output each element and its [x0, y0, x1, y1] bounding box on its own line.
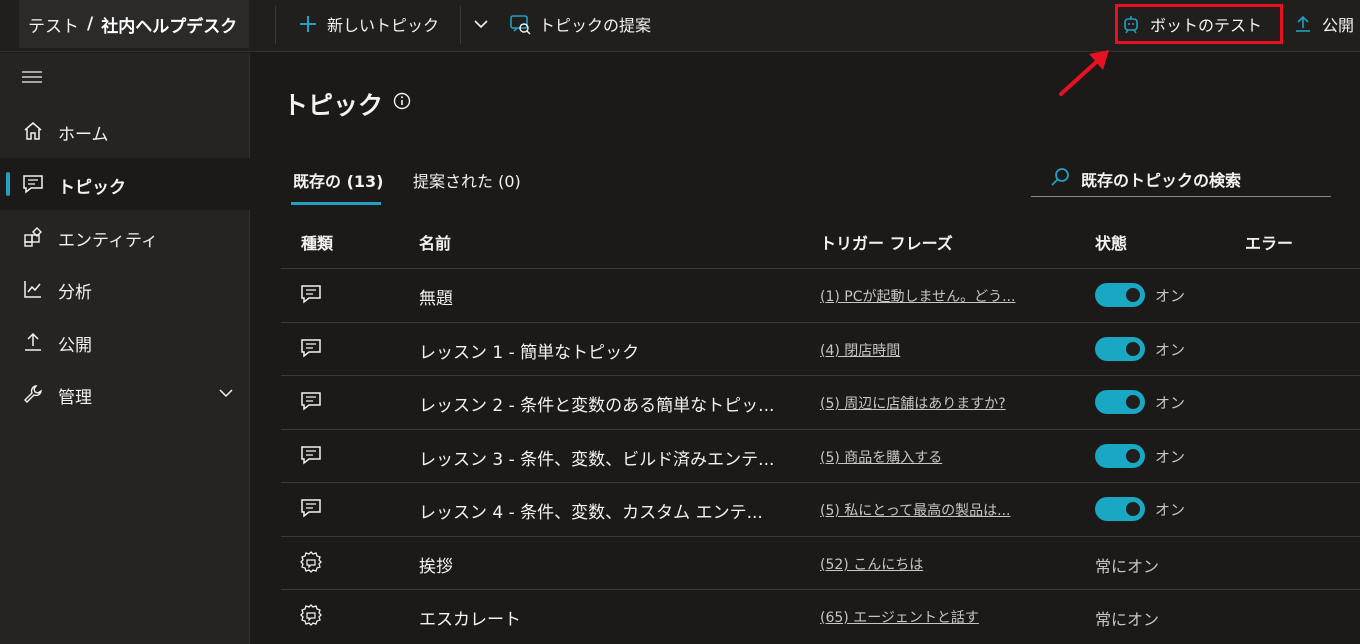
search-input[interactable]: 既存のトピックの検索 — [1031, 157, 1331, 197]
column-header-name[interactable]: 名前 — [419, 230, 451, 254]
status-toggle[interactable] — [1095, 390, 1145, 414]
entity-icon — [24, 227, 42, 247]
home-icon — [24, 122, 42, 140]
table-row[interactable]: レッスン 4 - 条件、変数、カスタム エンテ... (5) 私にとって最高の製品… — [281, 482, 1360, 535]
publish-icon — [25, 332, 41, 351]
status-label: オン — [1155, 448, 1186, 466]
trigger-phrase-link[interactable]: (4) 閉店時間 — [820, 340, 900, 360]
sidebar-item-entities[interactable]: エンティティ — [0, 211, 250, 263]
trigger-phrase-link[interactable]: (5) 周辺に店舗はありますか? — [820, 393, 1006, 413]
topic-name[interactable]: 無題 — [419, 284, 789, 309]
status-toggle[interactable] — [1095, 283, 1145, 307]
status-toggle[interactable] — [1095, 337, 1145, 361]
status-label: オン — [1155, 394, 1186, 412]
status-label: 常にオン — [1095, 610, 1160, 629]
search-placeholder: 既存のトピックの検索 — [1081, 171, 1242, 190]
breadcrumb[interactable]: テスト / 社内ヘルプデスク — [19, 0, 250, 48]
sidebar-item-manage[interactable]: 管理 — [0, 368, 250, 420]
toggle-knob — [1126, 502, 1140, 516]
status-label: オン — [1155, 287, 1186, 305]
sidebar-item-home[interactable]: ホーム — [0, 105, 250, 157]
page-title: トピック — [283, 91, 384, 120]
trigger-phrase-link[interactable]: (5) 私にとって最高の製品は... — [820, 500, 1011, 520]
chat-topic-icon — [299, 282, 323, 306]
status-label: オン — [1155, 501, 1186, 519]
test-bot-highlight-box — [1115, 4, 1283, 44]
active-tab-indicator — [291, 202, 381, 205]
topic-name[interactable]: レッスン 4 - 条件、変数、カスタム エンテ... — [419, 498, 789, 523]
status-toggle[interactable] — [1095, 497, 1145, 521]
sidebar-item-label: 公開 — [58, 336, 92, 356]
trigger-phrase-link[interactable]: (1) PCが起動しません。どう... — [820, 286, 1015, 306]
top-bar: テスト / 社内ヘルプデスク 新しいトピック トピックの提案 ボットのテスト 公… — [0, 0, 1360, 52]
topic-suggest-icon — [509, 13, 531, 35]
table-row[interactable]: エスカレート (65) エージェントと話す 常にオン — [281, 589, 1360, 642]
suggest-topics-button[interactable]: トピックの提案 — [509, 0, 651, 48]
topic-name[interactable]: レッスン 1 - 簡単なトピック — [419, 338, 789, 363]
status-label: 常にオン — [1095, 557, 1160, 576]
toolbar-divider — [460, 6, 461, 44]
upload-icon — [1292, 13, 1314, 35]
toggle-knob — [1126, 288, 1140, 302]
topic-name[interactable]: レッスン 3 - 条件、変数、ビルド済みエンテ... — [419, 445, 789, 470]
tab-existing[interactable]: 既存の (13) — [293, 168, 383, 192]
chevron-down-icon — [470, 13, 492, 35]
sidebar-item-label: 管理 — [58, 388, 92, 408]
system-topic-icon — [299, 603, 323, 627]
new-topic-label: 新しいトピック — [327, 16, 440, 35]
wrench-icon — [24, 385, 42, 403]
chat-topic-icon — [299, 496, 323, 520]
search-icon — [1051, 168, 1069, 186]
table-row[interactable]: レッスン 2 - 条件と変数のある簡単なトピッ... (5) 周辺に店舗はあります… — [281, 375, 1360, 428]
trigger-phrase-link[interactable]: (52) こんにちは — [820, 554, 923, 574]
info-icon[interactable] — [393, 92, 411, 110]
suggest-topics-label: トピックの提案 — [539, 16, 652, 35]
trigger-phrase-link[interactable]: (65) エージェントと話す — [820, 607, 979, 627]
new-topic-button[interactable]: 新しいトピック — [297, 0, 439, 48]
chat-icon — [23, 175, 43, 194]
trigger-phrase-link[interactable]: (5) 商品を購入する — [820, 447, 942, 467]
system-topic-icon — [299, 550, 323, 574]
hamburger-menu-icon[interactable] — [22, 71, 42, 83]
sidebar-item-topics[interactable]: トピック — [0, 158, 250, 210]
column-header-trigger[interactable]: トリガー フレーズ — [820, 230, 953, 254]
breadcrumb-separator: / — [87, 14, 94, 34]
column-header-type[interactable]: 種類 — [301, 230, 333, 254]
topic-name[interactable]: エスカレート — [419, 605, 789, 630]
tab-suggested[interactable]: 提案された (0) — [413, 168, 521, 192]
column-header-error[interactable]: エラー — [1245, 230, 1293, 254]
status-label: オン — [1155, 341, 1186, 359]
sidebar-item-label: エンティティ — [58, 231, 158, 251]
new-topic-dropdown-button[interactable] — [470, 0, 500, 48]
topic-name[interactable]: 挨拶 — [419, 552, 789, 577]
chat-topic-icon — [299, 443, 323, 467]
sidebar-item-label: ホーム — [58, 125, 109, 145]
publish-button[interactable]: 公開 — [1292, 0, 1354, 48]
table-row[interactable]: 無題 (1) PCが起動しません。どう... オン — [281, 268, 1360, 321]
chevron-down-icon[interactable] — [218, 385, 234, 401]
chat-topic-icon — [299, 336, 323, 360]
publish-label: 公開 — [1322, 16, 1355, 35]
sidebar: ホーム トピック エンティティ 分析 公開 管理 — [0, 53, 250, 644]
breadcrumb-bot-name[interactable]: 社内ヘルプデスク — [101, 12, 237, 37]
toolbar-divider — [275, 6, 276, 44]
toggle-knob — [1126, 342, 1140, 356]
topic-name[interactable]: レッスン 2 - 条件と変数のある簡単なトピッ... — [419, 391, 789, 416]
breadcrumb-environment[interactable]: テスト — [28, 12, 79, 37]
table-row[interactable]: レッスン 1 - 簡単なトピック (4) 閉店時間 オン — [281, 322, 1360, 375]
sidebar-item-label: 分析 — [58, 283, 92, 303]
annotation-arrow — [1059, 50, 1109, 96]
table-row[interactable]: レッスン 3 - 条件、変数、ビルド済みエンテ... (5) 商品を購入する オン — [281, 429, 1360, 482]
status-toggle[interactable] — [1095, 444, 1145, 468]
toggle-knob — [1126, 395, 1140, 409]
column-header-status[interactable]: 状態 — [1095, 230, 1127, 254]
sidebar-item-label: トピック — [58, 178, 126, 198]
sidebar-item-analytics[interactable]: 分析 — [0, 263, 250, 315]
analytics-icon — [24, 281, 41, 298]
table-row[interactable]: 挨拶 (52) こんにちは 常にオン — [281, 536, 1360, 589]
plus-icon — [297, 13, 319, 35]
chat-topic-icon — [299, 389, 323, 413]
toggle-knob — [1126, 449, 1140, 463]
sidebar-item-publish[interactable]: 公開 — [0, 316, 250, 368]
